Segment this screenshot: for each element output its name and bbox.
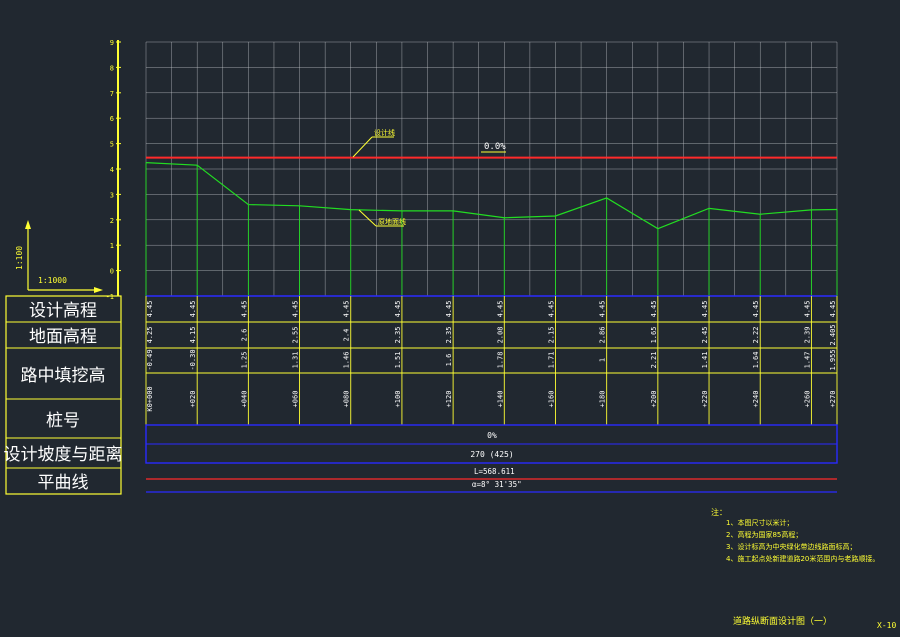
cut-fill-cell: 1.78 [496, 352, 504, 369]
cut-fill-cell: -0.30 [189, 349, 197, 370]
ground-elev-cell: 4.25 [146, 327, 154, 344]
design-elev-cell: 4.45 [189, 301, 197, 318]
design-elev-cell: 4.45 [599, 301, 607, 318]
row-label-design-elev: 设计高程 [29, 301, 97, 321]
elevation-tick-label: 5 [110, 141, 114, 149]
notes-heading: 注： [711, 507, 727, 517]
elevation-tick-label: 9 [110, 39, 114, 47]
ground-line-label: 原地面线 [378, 217, 406, 226]
station-cell: +160 [547, 391, 555, 408]
note-item: 1、本图尺寸以米计； [726, 518, 793, 527]
ground-elev-cell: 2.39 [803, 327, 811, 344]
note-item: 3、设计标高为中央绿化带边线路面标高； [726, 542, 856, 551]
design-elev-cell: 4.45 [752, 301, 760, 318]
design-elev-cell: 4.45 [650, 301, 658, 318]
sheet-number: X-10 [877, 621, 896, 630]
station-cell: +240 [752, 391, 760, 408]
design-elev-cell: 4.45 [803, 301, 811, 318]
station-cell: +120 [445, 391, 453, 408]
cut-fill-cell: 1.47 [803, 352, 811, 369]
ground-elev-cell: 2.6 [240, 329, 248, 342]
ground-elev-cell: 4.15 [189, 327, 197, 344]
ground-elev-cell: 2.35 [394, 327, 402, 344]
ground-elev-cell: 2.86 [599, 327, 607, 344]
grade-value: 0% [487, 431, 497, 440]
elevation-tick-label: 2 [110, 217, 114, 225]
vertical-scale-label: 1:100 [15, 246, 24, 270]
horizontal-scale-label: 1:1000 [38, 276, 67, 285]
design-line-label: 设计线 [374, 128, 395, 137]
note-item: 4、施工起点处新建道路20米范围内与老路顺接。 [726, 554, 879, 563]
station-cell: +200 [650, 391, 658, 408]
elevation-tick-label: 3 [110, 191, 114, 199]
row-label-grade-distance: 设计坡度与距离 [4, 445, 123, 465]
ground-elev-cell: 2.55 [292, 327, 300, 344]
cut-fill-cell: 1.41 [701, 352, 709, 369]
station-cell: +100 [394, 391, 402, 408]
profile-drawing: 9876543210-1 设计线 原地面线 0.0% 1:100 1:1000 … [0, 0, 900, 637]
cut-fill-cell: -0.49 [146, 349, 154, 370]
station-cell: +040 [240, 391, 248, 408]
curve-angle: α=8° 31'35" [472, 480, 522, 489]
design-elev-cell: 4.45 [343, 301, 351, 318]
design-elev-cell: 4.45 [292, 301, 300, 318]
elevation-tick-label: 8 [110, 64, 114, 72]
station-cell: +260 [803, 391, 811, 408]
station-cell: +220 [701, 391, 709, 408]
ground-elev-cell: 2.08 [496, 327, 504, 344]
cut-fill-cell: 1.64 [752, 352, 760, 369]
station-cell: +180 [599, 391, 607, 408]
design-elev-cell: 4.45 [146, 301, 154, 318]
design-elev-cell: 4.45 [496, 301, 504, 318]
row-label-cut-fill: 路中填挖高 [21, 366, 106, 386]
elevation-tick-label: 6 [110, 115, 114, 123]
ground-elev-cell: 2.4 [343, 329, 351, 342]
ground-elev-cell: 2.35 [445, 327, 453, 344]
row-label-plan-curve: 平曲线 [38, 473, 89, 493]
cut-fill-cell: 1 [599, 358, 607, 362]
cut-fill-cell: 1.6 [445, 354, 453, 367]
station-cell: K0+000 [146, 386, 154, 411]
distance-value: 270 (425) [470, 450, 513, 459]
row-label-ground-elev: 地面高程 [29, 327, 97, 347]
cut-fill-cell: 1.51 [394, 352, 402, 369]
station-cell: +080 [343, 391, 351, 408]
elevation-tick-label: -1 [106, 293, 114, 301]
curve-length: L=568.611 [474, 467, 515, 476]
cut-fill-cell: 1.46 [343, 352, 351, 369]
cut-fill-cell: 1.71 [547, 352, 555, 369]
ground-elev-cell: 2.405 [829, 324, 837, 345]
ground-elev-cell: 2.15 [547, 327, 555, 344]
ground-elev-cell: 1.65 [650, 327, 658, 344]
cut-fill-cell: 1.955 [829, 349, 837, 370]
design-elev-cell: 4.45 [547, 301, 555, 318]
design-elev-cell: 4.45 [445, 301, 453, 318]
elevation-tick-label: 1 [110, 242, 114, 250]
design-elev-cell: 4.45 [394, 301, 402, 318]
elevation-tick-label: 4 [110, 166, 114, 174]
design-elev-cell: 4.45 [240, 301, 248, 318]
station-cell: +060 [292, 391, 300, 408]
cut-fill-cell: 1.31 [292, 352, 300, 369]
grade-label: 0.0% [484, 142, 506, 152]
ground-elev-cell: 2.45 [701, 327, 709, 344]
design-elev-cell: 4.45 [701, 301, 709, 318]
elevation-tick-label: 0 [110, 268, 114, 276]
elevation-tick-label: 7 [110, 90, 114, 98]
drawing-title: 道路纵断面设计图（一） [733, 615, 832, 627]
station-cell: +270 [829, 391, 837, 408]
ground-elev-cell: 2.22 [752, 327, 760, 344]
grade-annotation: 0.0% [481, 142, 506, 153]
station-cell: +140 [496, 391, 504, 408]
cut-fill-cell: 2.21 [650, 352, 658, 369]
design-elev-cell: 4.45 [829, 301, 837, 318]
drawing-background [0, 0, 900, 637]
note-item: 2、高程为国家85高程； [726, 530, 802, 539]
station-cell: +020 [189, 391, 197, 408]
cut-fill-cell: 1.25 [240, 352, 248, 369]
row-label-station: 桩号 [46, 411, 80, 431]
